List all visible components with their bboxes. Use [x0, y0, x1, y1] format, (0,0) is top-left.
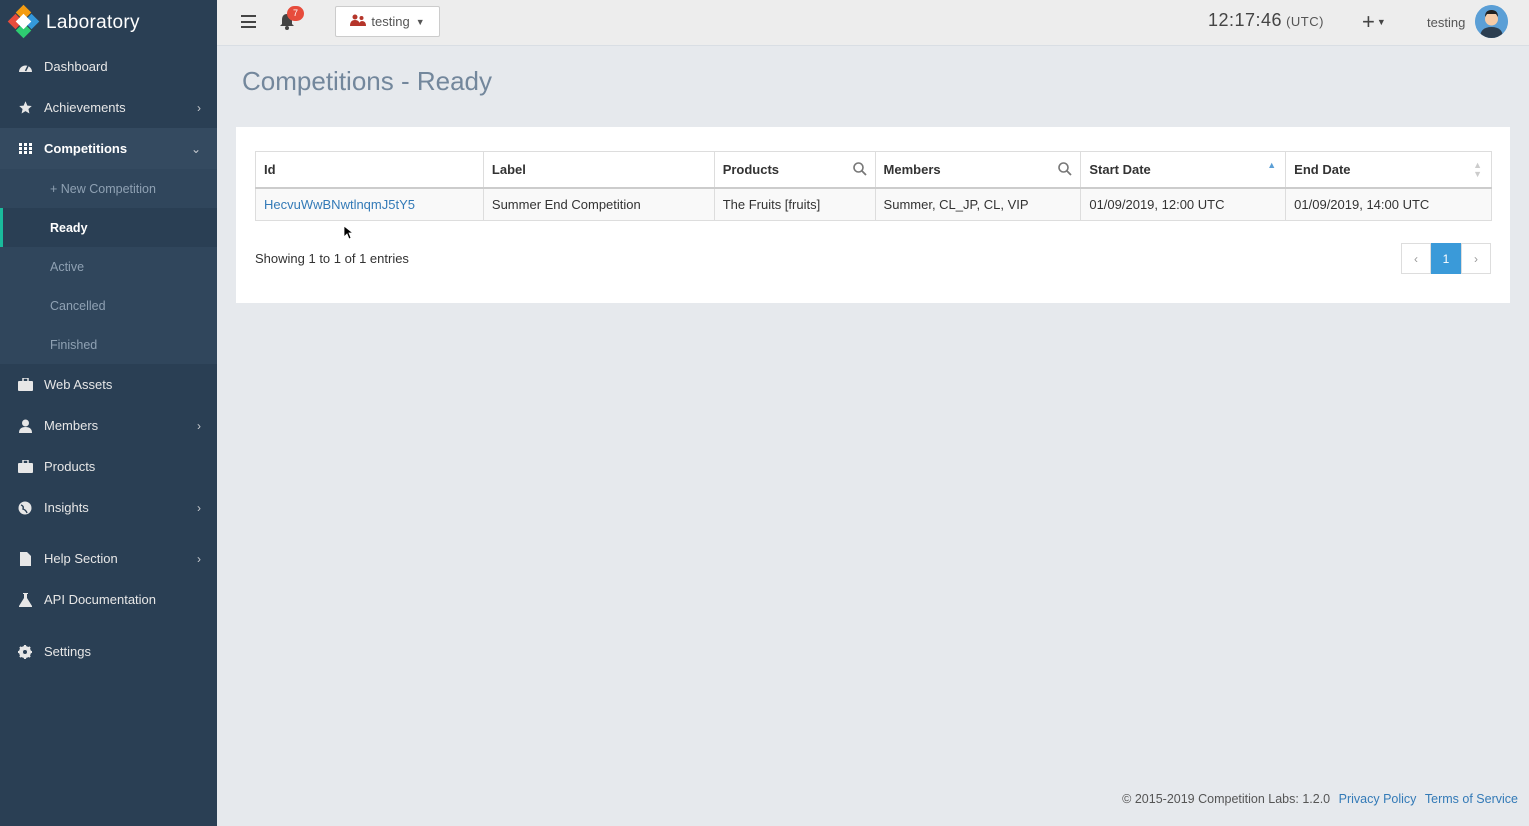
- brand[interactable]: Laboratory: [0, 0, 217, 45]
- sidebar-item-dashboard[interactable]: Dashboard: [0, 46, 217, 87]
- sidebar-item-api-documentation[interactable]: API Documentation: [0, 579, 217, 620]
- submenu-item-cancelled[interactable]: Cancelled: [0, 286, 217, 325]
- search-icon[interactable]: [852, 162, 867, 176]
- plus-icon: +: [1362, 9, 1375, 34]
- sidebar-item-label: Help Section: [44, 551, 118, 566]
- environment-dropdown[interactable]: testing ▼: [335, 6, 440, 37]
- chevron-right-icon: ›: [197, 100, 201, 115]
- user-icon: [17, 418, 33, 434]
- page-title: Competitions - Ready: [242, 66, 492, 96]
- briefcase-icon: [17, 459, 33, 475]
- file-icon: [17, 551, 33, 567]
- chevron-down-icon: ⌄: [190, 141, 201, 156]
- caret-down-icon: ▼: [1376, 17, 1386, 27]
- sidebar-item-settings[interactable]: Settings: [0, 631, 217, 672]
- notification-badge: 7: [287, 6, 304, 21]
- sort-ascending-icon: ▲: [1267, 160, 1277, 170]
- clock-time: 12:17:46: [1208, 10, 1283, 30]
- pagination: ‹ 1 ›: [1401, 243, 1491, 274]
- chevron-right-icon: ›: [197, 551, 201, 566]
- sidebar-item-label: Settings: [44, 644, 91, 659]
- competitions-table: Id Label Products Members Start Date ▲ E…: [255, 151, 1492, 221]
- sidebar-item-achievements[interactable]: Achievements ›: [0, 87, 217, 128]
- cell-id: HecvuWwBNwtlnqmJ5tY5: [255, 187, 484, 221]
- sidebar-item-label: Achievements: [44, 100, 126, 115]
- search-icon[interactable]: [1058, 162, 1072, 176]
- chevron-right-icon: ›: [197, 500, 201, 515]
- environment-label: testing: [371, 14, 410, 29]
- cell-end-date: 01/09/2019, 14:00 UTC: [1285, 187, 1492, 221]
- column-header-members[interactable]: Members: [874, 151, 1082, 189]
- table-info: Showing 1 to 1 of 1 entries: [255, 251, 409, 266]
- terms-of-service-link[interactable]: Terms of Service: [1425, 792, 1518, 806]
- column-header-end-date[interactable]: End Date ▲ ▼: [1285, 151, 1492, 189]
- dashboard-icon: [17, 59, 33, 75]
- privacy-policy-link[interactable]: Privacy Policy: [1339, 792, 1417, 806]
- sidebar-item-label: API Documentation: [44, 592, 157, 607]
- clock-timezone: (UTC): [1286, 14, 1324, 29]
- sidebar-item-members[interactable]: Members ›: [0, 405, 217, 446]
- table-header-row: Id Label Products Members Start Date ▲ E…: [255, 151, 1492, 189]
- column-header-id[interactable]: Id: [255, 151, 484, 189]
- flask-icon: [17, 592, 33, 608]
- footer-copyright: © 2015-2019 Competition Labs: 1.2.0: [1122, 792, 1331, 806]
- logo-icon: [7, 4, 40, 39]
- sidebar-item-competitions[interactable]: Competitions ⌄: [0, 128, 217, 169]
- pagination-next-button[interactable]: ›: [1461, 243, 1491, 274]
- pagination-page-button[interactable]: 1: [1431, 243, 1461, 274]
- users-icon: [350, 14, 367, 30]
- notifications-button[interactable]: 7: [279, 6, 304, 31]
- submenu-item-active[interactable]: Active: [0, 247, 217, 286]
- avatar[interactable]: [1475, 5, 1508, 38]
- user-name[interactable]: testing: [1427, 15, 1465, 30]
- submenu-item-new-competition[interactable]: + New Competition: [0, 169, 217, 208]
- caret-down-icon: ▼: [415, 16, 425, 27]
- grid-icon: [17, 141, 33, 157]
- top-navbar: 7 testing ▼ 12:17:46 (UTC) + ▼ testing: [217, 0, 1529, 46]
- submenu-item-ready[interactable]: Ready: [0, 208, 217, 247]
- sidebar-item-help-section[interactable]: Help Section ›: [0, 538, 217, 579]
- sidebar-item-label: Dashboard: [44, 59, 108, 74]
- submenu-item-finished[interactable]: Finished: [0, 325, 217, 364]
- clock: 12:17:46 (UTC): [1208, 10, 1324, 31]
- sidebar-item-label: Members: [44, 418, 99, 433]
- cell-label: Summer End Competition: [482, 187, 715, 221]
- sidebar-item-label: Web Assets: [44, 377, 113, 392]
- competition-id-link[interactable]: HecvuWwBNwtlnqmJ5tY5: [264, 197, 415, 212]
- sort-both-icon: ▲ ▼: [1473, 160, 1482, 179]
- footer: © 2015-2019 Competition Labs: 1.2.0 Priv…: [1122, 792, 1518, 806]
- sidebar-item-label: Insights: [44, 500, 89, 515]
- sidebar-item-insights[interactable]: Insights ›: [0, 487, 217, 528]
- brand-name: Laboratory: [46, 11, 140, 33]
- competitions-submenu: + New Competition Ready Active Cancelled…: [0, 169, 217, 364]
- table-row: HecvuWwBNwtlnqmJ5tY5 Summer End Competit…: [255, 187, 1492, 221]
- add-dropdown[interactable]: + ▼: [1362, 9, 1386, 35]
- sidebar-item-label: Products: [44, 459, 96, 474]
- cell-members: Summer, CL_JP, CL, VIP: [874, 187, 1082, 221]
- star-icon: [17, 100, 33, 116]
- column-header-start-date[interactable]: Start Date ▲: [1080, 151, 1287, 189]
- sidebar-item-web-assets[interactable]: Web Assets: [0, 364, 217, 405]
- column-header-products[interactable]: Products: [713, 151, 876, 189]
- column-header-label[interactable]: Label: [482, 151, 715, 189]
- cell-start-date: 01/09/2019, 12:00 UTC: [1080, 187, 1287, 221]
- globe-icon: [17, 500, 33, 516]
- sidebar-item-products[interactable]: Products: [0, 446, 217, 487]
- competitions-table-panel: Id Label Products Members Start Date ▲ E…: [235, 126, 1511, 304]
- gear-icon: [17, 644, 33, 660]
- mouse-cursor-icon: [344, 226, 353, 240]
- sidebar: Laboratory Dashboard Achievements › Comp…: [0, 0, 217, 826]
- briefcase-icon: [17, 377, 33, 393]
- pagination-prev-button[interactable]: ‹: [1401, 243, 1431, 274]
- sidebar-item-label: Competitions: [44, 141, 128, 156]
- cell-products: The Fruits [fruits]: [713, 187, 876, 221]
- menu-toggle-icon[interactable]: [241, 15, 256, 28]
- chevron-right-icon: ›: [197, 418, 201, 433]
